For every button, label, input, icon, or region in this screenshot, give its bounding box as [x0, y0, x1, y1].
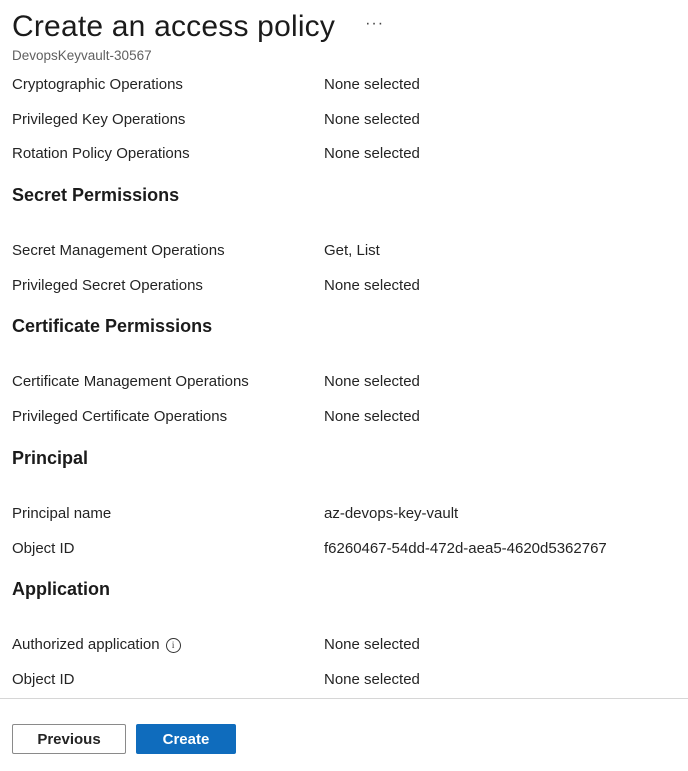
row-label: Object ID — [12, 539, 75, 557]
section-title-certificate-permissions: Certificate Permissions — [12, 316, 213, 337]
title-row: Create an access policy ··· — [12, 6, 672, 48]
row-value: f6260467-54dd-472d-aea5-4620d5362767 — [324, 539, 607, 557]
row-value: None selected — [324, 110, 420, 128]
row-label: Cryptographic Operations — [12, 76, 183, 93]
summary-row: Cryptographic Operations None selected — [12, 68, 672, 103]
row-value: None selected — [324, 145, 420, 163]
summary-row: Principal name az-devops-key-vault — [12, 497, 672, 532]
footer-bar: Previous Create — [0, 698, 688, 771]
more-options-icon[interactable]: ··· — [365, 16, 384, 32]
summary-row: Authorized application i None selected — [12, 628, 672, 663]
row-value: None selected — [324, 636, 420, 654]
previous-button[interactable]: Previous — [12, 724, 126, 754]
page-title: Create an access policy — [12, 10, 336, 43]
row-value: None selected — [324, 373, 420, 391]
create-access-policy-page: Create an access policy ··· DevopsKeyvau… — [0, 0, 688, 771]
summary-row: Privileged Key Operations None selected — [12, 103, 672, 138]
summary-row: Privileged Certificate Operations None s… — [12, 400, 672, 435]
row-value: None selected — [324, 76, 420, 93]
summary-row: Rotation Policy Operations None selected — [12, 137, 672, 172]
row-label: Principal name — [12, 504, 112, 522]
row-value: az-devops-key-vault — [324, 504, 459, 522]
row-label: Object ID — [12, 670, 75, 688]
summary-row: Object ID f6260467-54dd-472d-aea5-4620d5… — [12, 532, 672, 567]
page-subtitle: DevopsKeyvault-30567 — [12, 48, 152, 63]
row-label: Certificate Management Operations — [12, 373, 249, 391]
summary-row: Secret Management Operations Get, List — [12, 234, 672, 269]
row-label: Secret Management Operations — [12, 242, 225, 260]
summary-row: Privileged Secret Operations None select… — [12, 269, 672, 304]
row-value: None selected — [324, 408, 420, 426]
row-label: Privileged Key Operations — [12, 110, 186, 128]
row-label: Privileged Secret Operations — [12, 276, 203, 294]
row-label: Authorized application i — [12, 636, 181, 654]
section-title-application: Application — [12, 579, 110, 600]
row-value: None selected — [324, 670, 420, 688]
row-label-text: Authorized application — [12, 636, 160, 654]
row-label: Privileged Certificate Operations — [12, 408, 228, 426]
row-value: None selected — [324, 276, 420, 294]
page-header: Create an access policy ··· DevopsKeyvau… — [12, 6, 672, 63]
info-icon[interactable]: i — [165, 638, 181, 654]
summary-row: Object ID None selected — [12, 663, 672, 698]
section-title-secret-permissions: Secret Permissions — [12, 185, 180, 206]
summary-row: Certificate Management Operations None s… — [12, 365, 672, 400]
section-title-principal: Principal — [12, 447, 89, 468]
create-button[interactable]: Create — [136, 724, 236, 754]
row-label: Rotation Policy Operations — [12, 145, 190, 163]
row-value: Get, List — [324, 242, 380, 260]
review-content: Cryptographic Operations None selected P… — [12, 68, 672, 698]
